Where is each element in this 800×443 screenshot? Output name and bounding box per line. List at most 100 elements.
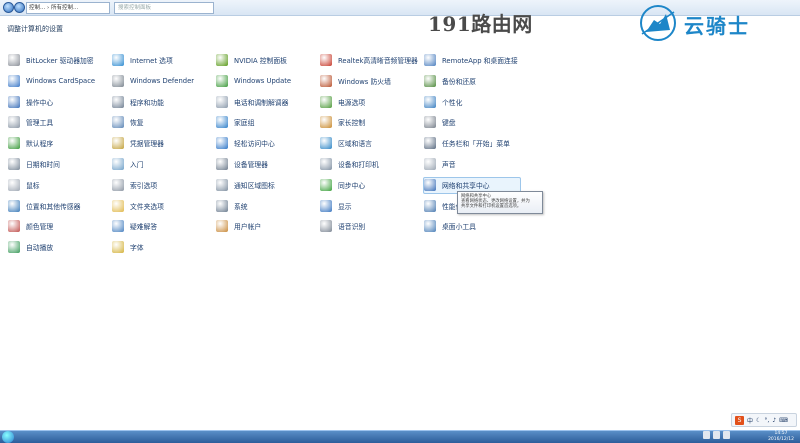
- control-panel-item[interactable]: Internet 选项: [112, 52, 173, 68]
- control-panel-item[interactable]: 任务栏和「开始」菜单: [424, 135, 510, 151]
- control-panel-item-label: Windows Update: [234, 76, 292, 85]
- control-panel-item[interactable]: 位置和其他传感器: [8, 198, 80, 214]
- tray-icon[interactable]: [723, 431, 730, 439]
- control-panel-item[interactable]: 恢复: [112, 114, 144, 130]
- tooltip-line: 共享文件和打印机设置首选项。: [461, 204, 522, 210]
- control-panel-item-label: 鼠标: [26, 181, 40, 190]
- control-panel-item-label: 操作中心: [26, 98, 54, 107]
- flag-icon: [8, 95, 20, 108]
- tray-icon[interactable]: [713, 431, 720, 439]
- control-panel-item[interactable]: 显示: [320, 198, 352, 214]
- getting-started-icon: [112, 158, 124, 170]
- control-panel-item[interactable]: 声音: [424, 156, 456, 172]
- programs-icon: [112, 95, 124, 108]
- ime-mode[interactable]: 中: [747, 416, 753, 425]
- control-panel-item[interactable]: Realtek高清晰音频管理器: [320, 52, 418, 68]
- back-button[interactable]: [3, 2, 14, 13]
- device-manager-icon: [216, 158, 228, 170]
- control-panel-item[interactable]: 家庭组: [216, 114, 254, 130]
- control-panel-item[interactable]: 文件夹选项: [112, 198, 164, 214]
- control-panel-item[interactable]: 个性化: [424, 94, 462, 110]
- control-panel-item[interactable]: 家长控制: [320, 114, 365, 130]
- control-panel-item[interactable]: Windows Update: [216, 73, 291, 89]
- control-panel-item-label: 声音: [442, 161, 456, 169]
- control-panel-item[interactable]: RemoteApp 和桌面连接: [424, 52, 518, 68]
- control-panel-item[interactable]: 用户帐户: [216, 218, 261, 234]
- control-panel-item[interactable]: 日期和时间: [8, 156, 60, 172]
- personalize-icon: [424, 95, 436, 108]
- credential-icon: [112, 137, 124, 150]
- control-panel-item[interactable]: 索引选项: [112, 177, 157, 193]
- control-panel-item[interactable]: 区域和语言: [320, 135, 372, 151]
- control-panel-item[interactable]: 键盘: [424, 114, 456, 130]
- tray-icon[interactable]: [703, 431, 710, 439]
- control-panel-item[interactable]: 程序和功能: [112, 94, 164, 110]
- troubleshoot-icon: [112, 220, 124, 233]
- control-panel-item-label: 设备管理器: [234, 161, 268, 169]
- control-panel-item-label: 语音识别: [338, 223, 366, 232]
- control-panel-item[interactable]: Windows CardSpace: [8, 73, 95, 89]
- power-icon: [320, 95, 332, 108]
- control-panel-item[interactable]: 颜色管理: [8, 218, 53, 234]
- control-panel-item[interactable]: BitLocker 驱动器加密: [8, 52, 94, 68]
- punctuation-icon[interactable]: °,: [764, 417, 769, 424]
- control-panel-item[interactable]: 设备管理器: [216, 156, 268, 172]
- knight-logo-icon: [640, 5, 676, 41]
- control-panel-item[interactable]: Windows Defender: [112, 73, 194, 89]
- cardspace-icon: [8, 74, 20, 87]
- notification-icon: [216, 178, 228, 191]
- control-panel-item-label: Windows 防火墙: [338, 77, 391, 86]
- control-panel-item-label: RemoteApp 和桌面连接: [442, 57, 518, 65]
- control-panel-item[interactable]: 鼠标: [8, 177, 40, 193]
- taskbar: 14:57 2016/12/12: [0, 430, 800, 443]
- page-title: 调整计算机的设置: [7, 25, 63, 33]
- control-panel-item[interactable]: 操作中心: [8, 94, 53, 110]
- control-panel-item[interactable]: 设备和打印机: [320, 156, 379, 172]
- control-panel-item[interactable]: Windows 防火墙: [320, 73, 391, 89]
- control-panel-item[interactable]: 同步中心: [320, 177, 365, 193]
- language-bar[interactable]: S 中 ☾ °, ♪ ⌨: [731, 413, 797, 427]
- control-panel-item[interactable]: 管理工具: [8, 114, 53, 130]
- control-panel-item[interactable]: 自动播放: [8, 239, 53, 255]
- keyboard-icon: [424, 116, 436, 129]
- control-panel-item-label: 显示: [338, 202, 352, 211]
- control-panel-item[interactable]: 凭据管理器: [112, 135, 164, 151]
- start-button[interactable]: [2, 431, 14, 443]
- control-panel-item[interactable]: 轻松访问中心: [216, 135, 275, 151]
- control-panel-item[interactable]: 疑难解答: [112, 218, 157, 234]
- clock-date: 2016/12/12: [768, 437, 794, 442]
- control-panel-item[interactable]: 备份和还原: [424, 73, 476, 89]
- address-field[interactable]: 控制... › 所有控制...: [26, 2, 110, 14]
- control-panel-item-label: 文件夹选项: [130, 202, 164, 211]
- control-panel-item[interactable]: 系统: [216, 198, 248, 214]
- control-panel-item[interactable]: 入门: [112, 156, 144, 172]
- control-panel-item[interactable]: 语音识别: [320, 218, 365, 234]
- control-panel-item-label: Realtek高清晰音频管理器: [338, 57, 418, 65]
- clock[interactable]: 14:57 2016/12/12: [768, 431, 794, 443]
- control-panel-item[interactable]: NVIDIA 控制面板: [216, 52, 287, 68]
- keyboard-tray-icon[interactable]: ⌨: [779, 417, 788, 424]
- region-icon: [320, 137, 332, 150]
- homegroup-icon: [216, 116, 228, 129]
- control-panel-item[interactable]: 字体: [112, 239, 144, 255]
- forward-button[interactable]: [14, 2, 25, 13]
- mic-icon[interactable]: ♪: [772, 417, 776, 424]
- control-panel-item[interactable]: 通知区域图标: [216, 177, 275, 193]
- moon-icon[interactable]: ☾: [756, 417, 761, 424]
- control-panel-item-label: 颜色管理: [26, 223, 54, 232]
- search-input[interactable]: 搜索控制面板: [114, 2, 214, 14]
- control-panel-item-label: 字体: [130, 244, 144, 253]
- nvidia-icon: [216, 54, 228, 66]
- control-panel-item[interactable]: 电话和调制解调器: [216, 94, 288, 110]
- control-panel-item-label: 网络和共享中心: [442, 181, 490, 190]
- address-bar: 控制... › 所有控制... 搜索控制面板: [0, 0, 800, 16]
- control-panel-item[interactable]: 电源选项: [320, 94, 365, 110]
- control-panel-item-label: 电源选项: [338, 98, 366, 107]
- control-panel-item-label: 自动播放: [26, 244, 54, 253]
- control-panel-item-label: Windows Defender: [130, 76, 195, 85]
- control-panel-item[interactable]: 默认程序: [8, 135, 53, 151]
- control-panel-item[interactable]: 桌面小工具: [424, 218, 476, 234]
- control-panel-item-label: 备份和还原: [442, 77, 476, 86]
- control-panel-item-label: 同步中心: [338, 181, 366, 190]
- sogou-icon[interactable]: S: [735, 415, 744, 425]
